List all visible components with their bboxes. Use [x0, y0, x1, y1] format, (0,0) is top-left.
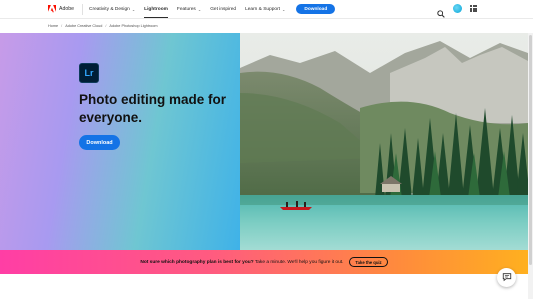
breadcrumb-home[interactable]: Home — [48, 24, 58, 28]
nav-divider — [82, 3, 84, 15]
adobe-brand[interactable]: Adobe — [48, 5, 74, 13]
user-avatar[interactable] — [453, 4, 462, 13]
chat-button[interactable] — [497, 268, 516, 287]
lightroom-app-icon: Lr — [79, 63, 99, 83]
nav-item-learn-support[interactable]: Learn & Support ⌄ — [245, 7, 285, 12]
search-icon[interactable] — [437, 5, 445, 18]
nav-download-button[interactable]: Download — [296, 4, 336, 14]
promo-body-text: Take a minute. We'll help you figure it … — [253, 259, 344, 265]
nav-item-creativity-design[interactable]: Creativity & Design ⌄ — [89, 7, 135, 12]
nav-item-label: Lightroom — [144, 6, 168, 12]
breadcrumb: Home / Adobe Creative Cloud / Adobe Phot… — [48, 22, 158, 30]
scrollbar-thumb[interactable] — [529, 35, 532, 265]
chevron-down-icon: ⌄ — [282, 6, 286, 12]
nav-item-label: Get inspired — [210, 6, 237, 12]
nav-item-get-inspired[interactable]: Get inspired — [210, 7, 236, 12]
chat-icon — [502, 269, 512, 287]
promo-text: Not sure which photography plan is best … — [140, 260, 343, 265]
nav-item-label: Learn & Support — [245, 6, 280, 12]
promo-banner: Not sure which photography plan is best … — [0, 250, 528, 274]
nav-utilities — [437, 4, 477, 18]
nav-item-lightroom[interactable]: Lightroom — [144, 6, 168, 18]
chevron-down-icon: ⌄ — [131, 6, 136, 12]
hero-download-button[interactable]: Download — [79, 135, 120, 150]
take-quiz-button[interactable]: Take the quiz — [349, 257, 388, 267]
breadcrumb-separator-icon: / — [61, 24, 63, 28]
lightroom-icon-label: Lr — [84, 68, 94, 78]
page: Adobe Creativity & Design ⌄ Lightroom Fea… — [0, 0, 533, 299]
breadcrumb-lightroom: Adobe Photoshop Lightroom — [109, 24, 158, 28]
adobe-logo-icon — [48, 5, 56, 13]
breadcrumb-separator-icon: / — [105, 24, 107, 28]
chevron-down-icon: ⌄ — [197, 6, 202, 12]
hero-title: Photo editing made for everyone. — [79, 92, 226, 125]
breadcrumb-creative-cloud[interactable]: Adobe Creative Cloud — [65, 24, 102, 28]
hero-gradient-panel — [0, 33, 240, 250]
promo-bold-text: Not sure which photography plan is best … — [140, 259, 254, 265]
nav-item-label: Features — [176, 6, 196, 12]
top-nav: Adobe Creativity & Design ⌄ Lightroom Fea… — [0, 0, 533, 19]
hero-section: Lr Photo editing made for everyone. Down… — [0, 33, 528, 250]
hero-landscape-image — [240, 33, 528, 250]
nav-item-label: Creativity & Design — [89, 6, 130, 12]
brand-label: Adobe — [59, 6, 75, 12]
page-scrollbar[interactable] — [528, 33, 533, 299]
nav-item-features[interactable]: Features ⌄ — [177, 7, 201, 12]
apps-grid-icon[interactable] — [470, 5, 477, 12]
